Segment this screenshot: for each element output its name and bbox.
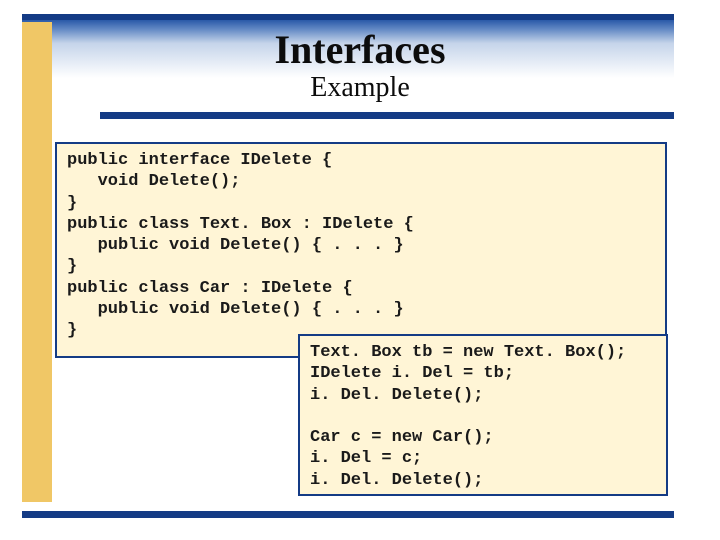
slide-subtitle: Example xyxy=(0,72,720,104)
code-block-interface-definitions: public interface IDelete { void Delete()… xyxy=(55,142,667,358)
slide-title: Interfaces xyxy=(0,26,720,73)
subtitle-underline xyxy=(100,112,674,119)
slide: Interfaces Example public interface IDel… xyxy=(0,0,720,540)
bottom-border xyxy=(22,511,674,518)
code-block-usage: Text. Box tb = new Text. Box(); IDelete … xyxy=(298,334,668,496)
